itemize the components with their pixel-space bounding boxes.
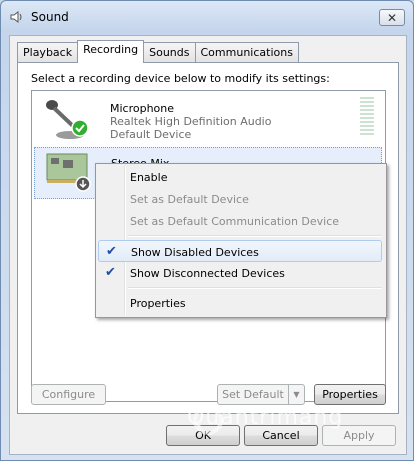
device-name: Microphone [110,102,175,115]
tab-sounds[interactable]: Sounds [143,42,196,62]
level-meter [360,97,374,137]
cancel-label: Cancel [262,429,300,442]
set-default-label: Set Default [222,388,284,401]
tab-communications[interactable]: Communications [194,42,299,62]
instruction-text: Select a recording device below to modif… [31,72,330,85]
close-icon: ✕ [386,10,398,25]
watermark: Quantrimang [187,405,344,430]
tab-strip: Playback Recording Sounds Communications [17,40,299,63]
microphone-icon [46,100,89,139]
device-microphone[interactable]: Microphone Realtek High Definition Audio… [34,93,380,145]
menu-item-set-default-communication[interactable]: Set as Default Communication Device [98,210,382,232]
device-driver: Realtek High Definition Audio [110,115,272,128]
menu-item-properties[interactable]: Properties [98,292,382,314]
checkmark-icon: ✔ [105,265,116,280]
menu-item-label: Set as Default Communication Device [130,215,340,228]
device-status: Default Device [110,128,192,141]
apply-label: Apply [343,429,375,442]
menu-item-label: Set as Default Device [130,193,249,206]
sound-dialog: Sound ✕ Playback Recording Sounds Commun… [0,0,414,461]
tab-playback[interactable]: Playback [17,42,79,62]
menu-item-label: Enable [130,171,168,184]
properties-label: Properties [322,388,378,401]
sound-card-icon [46,153,91,192]
configure-button[interactable]: Configure [31,384,106,405]
menu-separator [128,235,382,237]
menu-item-enable[interactable]: Enable [98,166,382,188]
properties-button[interactable]: Properties [314,384,386,405]
menu-item-label: Show Disabled Devices [131,246,259,259]
configure-label: Configure [41,388,96,401]
speaker-icon [10,11,22,23]
menu-item-label: Properties [130,297,186,310]
menu-item-show-disconnected[interactable]: ✔ Show Disconnected Devices [98,262,382,284]
menu-item-set-default-device[interactable]: Set as Default Device [98,188,382,210]
menu-item-label: Show Disconnected Devices [130,267,285,280]
tab-recording[interactable]: Recording [77,40,145,63]
chevron-down-icon[interactable]: ▼ [288,385,304,404]
checkmark-icon: ✔ [106,244,117,259]
title-bar: Sound ✕ [1,1,413,35]
menu-separator [128,287,382,289]
close-button[interactable]: ✕ [379,9,405,26]
menu-item-show-disabled[interactable]: ✔ Show Disabled Devices [98,240,382,262]
set-default-button[interactable]: Set Default ▼ [217,384,305,405]
window-title: Sound [31,10,69,24]
context-menu: Enable Set as Default Device Set as Defa… [95,163,387,318]
